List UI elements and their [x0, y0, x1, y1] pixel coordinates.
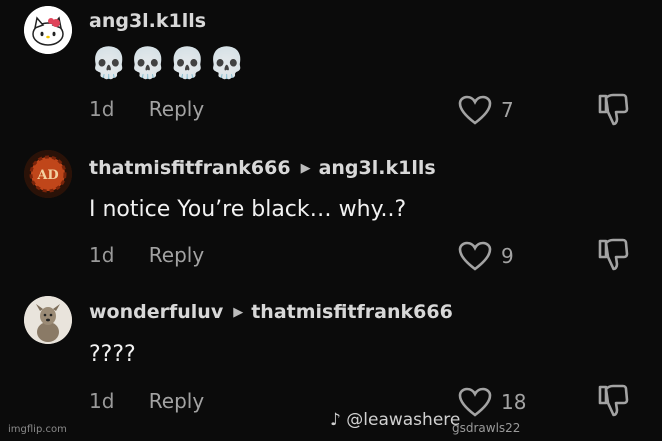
reply-to-username[interactable]: ang3l.k1lls — [319, 157, 436, 179]
comment-1: ang3l.k1lls 💀💀💀💀 1d Reply 7 — [0, 0, 662, 140]
like-count: 18 — [501, 390, 527, 414]
comment-meta: 1d Reply — [89, 389, 204, 413]
username[interactable]: ang3l.k1lls — [89, 10, 206, 32]
comment-author[interactable]: ang3l.k1lls — [89, 10, 206, 32]
dislike-icon — [598, 384, 629, 417]
username[interactable]: thatmisfitfrank666 — [89, 157, 291, 179]
dislike-button[interactable] — [596, 92, 630, 132]
heart-outline-icon — [458, 241, 492, 271]
triangle-right-icon: ▶ — [300, 161, 311, 176]
comment-text: ???? — [89, 342, 136, 367]
tiktok-watermark: ♪ @leawashere — [330, 410, 460, 430]
username[interactable]: wonderfuluv — [89, 301, 223, 323]
reply-to-username[interactable]: thatmisfitfrank666 — [251, 301, 453, 323]
like-button[interactable]: 18 — [457, 386, 526, 418]
comment-text: I notice You’re black… why..? — [89, 197, 407, 222]
avatar[interactable] — [24, 6, 72, 54]
imgflip-watermark: imgflip.com — [8, 424, 67, 435]
dislike-icon — [598, 238, 629, 271]
dislike-button[interactable] — [596, 237, 630, 277]
reply-button[interactable]: Reply — [149, 389, 204, 413]
comment-meta: 1d Reply — [89, 243, 204, 267]
avatar[interactable] — [24, 296, 72, 344]
comment-author[interactable]: thatmisfitfrank666 ▶ ang3l.k1lls — [89, 157, 436, 179]
tiktok-sub-handle: gsdrawls22 — [452, 421, 521, 435]
triangle-right-icon: ▶ — [233, 305, 244, 320]
comment-author[interactable]: wonderfuluv ▶ thatmisfitfrank666 — [89, 301, 453, 323]
tiktok-sub-watermark: gsdrawls22 — [452, 421, 520, 435]
like-count: 7 — [501, 98, 514, 122]
tiktok-handle: @leawashere — [346, 410, 461, 430]
reply-button[interactable]: Reply — [149, 243, 204, 267]
timestamp: 1d — [89, 243, 115, 267]
dog-avatar-icon — [24, 296, 72, 344]
comment-meta: 1d Reply — [89, 97, 204, 121]
timestamp: 1d — [89, 389, 115, 413]
timestamp: 1d — [89, 97, 115, 121]
heart-outline-icon — [458, 387, 492, 417]
hello-kitty-avatar-icon — [24, 6, 72, 54]
comment-2: AD thatmisfitfrank666 ▶ ang3l.k1lls I noti… — [0, 140, 662, 285]
reply-button[interactable]: Reply — [149, 97, 204, 121]
dislike-button[interactable] — [596, 383, 630, 423]
like-button[interactable]: 7 — [457, 94, 514, 126]
comment-text: 💀💀💀💀 — [90, 46, 248, 81]
like-button[interactable]: 9 — [457, 240, 514, 272]
avatar[interactable]: AD — [24, 150, 72, 198]
dislike-icon — [598, 93, 629, 126]
heart-outline-icon — [458, 95, 492, 125]
tiktok-logo-icon: ♪ — [330, 410, 341, 430]
svg-text:AD: AD — [36, 168, 58, 183]
ad-avatar-icon: AD — [24, 150, 72, 198]
like-count: 9 — [501, 244, 514, 268]
